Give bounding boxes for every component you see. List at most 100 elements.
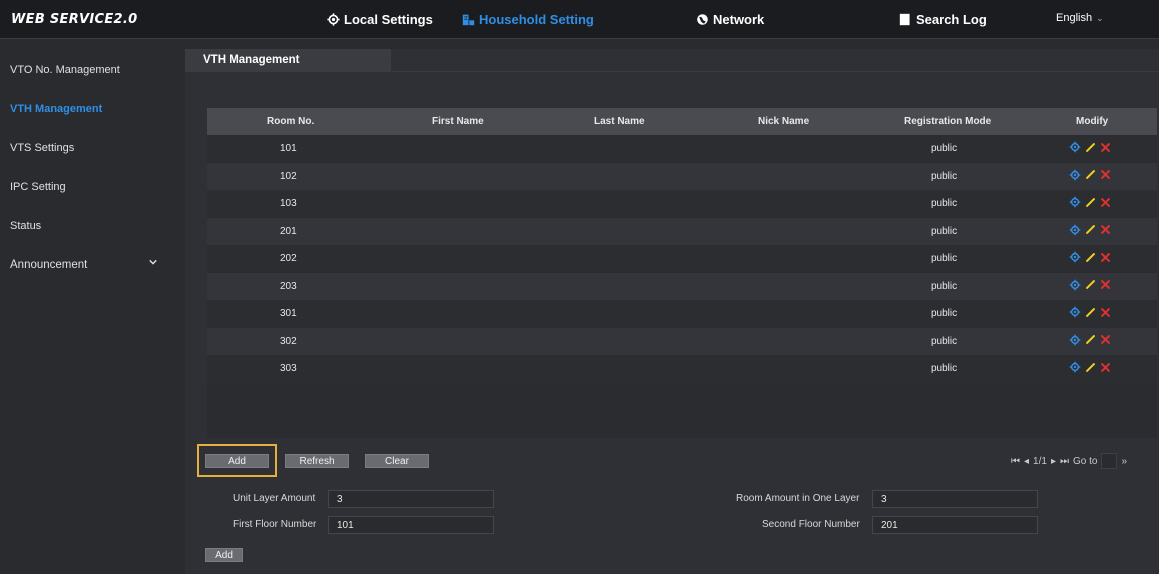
table-row[interactable]: 201 public (207, 217, 1157, 245)
edit-pencil-icon[interactable] (1085, 142, 1096, 153)
settings-gear-icon[interactable] (1069, 224, 1081, 236)
cell-registration-mode: public (931, 225, 958, 237)
table-row[interactable]: 303 public (207, 355, 1157, 382)
document-icon (899, 13, 910, 25)
cell-registration-mode: public (931, 198, 958, 209)
settings-gear-icon[interactable] (1069, 334, 1081, 346)
table-row[interactable]: 102 public (207, 162, 1157, 190)
table-header: Room No. First Name Last Name Nick Name … (207, 108, 1157, 135)
table-row[interactable]: 302 public (207, 327, 1157, 355)
next-page-button[interactable]: ▸ (1051, 456, 1056, 467)
sidebar-item-status[interactable]: Status (0, 211, 175, 241)
settings-gear-icon[interactable] (1069, 306, 1081, 318)
prev-page-button[interactable]: ◂ (1024, 456, 1029, 467)
settings-gear-icon[interactable] (1069, 251, 1081, 263)
delete-x-icon[interactable] (1100, 142, 1111, 153)
settings-gear-icon[interactable] (1069, 169, 1081, 181)
delete-x-icon[interactable] (1100, 334, 1111, 345)
delete-x-icon[interactable] (1100, 307, 1111, 318)
first-page-button[interactable]: ⏮ (1011, 456, 1020, 467)
edit-pencil-icon[interactable] (1085, 252, 1096, 263)
edit-pencil-icon[interactable] (1085, 224, 1096, 235)
table-row[interactable]: 203 public (207, 272, 1157, 300)
delete-x-icon[interactable] (1100, 252, 1111, 263)
goto-page-input[interactable] (1101, 453, 1118, 469)
table-row[interactable]: 202 public (207, 245, 1157, 272)
cell-registration-mode: public (931, 280, 958, 292)
delete-x-icon[interactable] (1100, 224, 1111, 235)
cell-registration-mode: public (931, 170, 958, 182)
settings-gear-icon[interactable] (1069, 141, 1081, 153)
delete-x-icon[interactable] (1100, 197, 1111, 208)
goto-label: Go to (1072, 455, 1098, 467)
modify-actions (1069, 306, 1111, 318)
edit-pencil-icon[interactable] (1085, 334, 1096, 345)
go-button[interactable]: » (1121, 456, 1127, 467)
sidebar-item-label: VTH Management (10, 103, 103, 115)
language-label: English (1056, 12, 1093, 24)
nav-household-setting-label: Household Setting (479, 11, 594, 27)
cell-room-no: 101 (280, 143, 297, 154)
add-button[interactable]: Add (205, 454, 269, 468)
column-header-room-no: Room No. (267, 116, 315, 127)
form-add-button[interactable]: Add (205, 548, 243, 562)
delete-x-icon[interactable] (1100, 169, 1111, 180)
building-icon (462, 14, 475, 25)
edit-pencil-icon[interactable] (1085, 169, 1096, 180)
globe-icon (697, 13, 708, 25)
sidebar-item-announcement[interactable]: Announcement (0, 250, 175, 280)
clear-button[interactable]: Clear (365, 454, 429, 468)
edit-pencil-icon[interactable] (1085, 362, 1096, 373)
sidebar-item-vto-no-management[interactable]: VTO No. Management (0, 55, 175, 85)
sidebar-item-label: Status (10, 220, 42, 232)
modify-actions (1069, 141, 1111, 153)
nav-search-log[interactable]: Search Log (899, 10, 987, 28)
edit-pencil-icon[interactable] (1085, 279, 1096, 290)
cell-room-no: 302 (280, 335, 297, 347)
delete-x-icon[interactable] (1100, 362, 1111, 373)
delete-x-icon[interactable] (1100, 279, 1111, 290)
first-floor-number-input[interactable]: 101 (328, 516, 494, 534)
modify-actions (1069, 334, 1111, 346)
last-page-button[interactable]: ⏭ (1060, 456, 1069, 467)
table-row[interactable]: 301 public (207, 300, 1157, 327)
cell-registration-mode: public (931, 308, 958, 319)
sidebar-item-vts-settings[interactable]: VTS Settings (0, 133, 175, 163)
vth-table: Room No. First Name Last Name Nick Name … (207, 108, 1157, 438)
language-dropdown[interactable]: English ⌄ (1056, 12, 1104, 24)
tab-label: VTH Management (203, 54, 300, 66)
sidebar-item-label: VTS Settings (10, 142, 75, 154)
cell-registration-mode: public (931, 253, 958, 264)
edit-pencil-icon[interactable] (1085, 197, 1096, 208)
nav-household-setting[interactable]: Household Setting (462, 10, 594, 28)
nav-local-settings[interactable]: Local Settings (327, 10, 433, 28)
settings-gear-icon[interactable] (1069, 279, 1081, 291)
modify-actions (1069, 251, 1111, 263)
tab-divider (185, 71, 1159, 72)
chevron-down-icon: ⌄ (1096, 13, 1104, 23)
second-floor-number-label: Second Floor Number (762, 519, 860, 530)
settings-gear-icon[interactable] (1069, 361, 1081, 373)
refresh-button[interactable]: Refresh (285, 454, 349, 468)
room-amount-label: Room Amount in One Layer (736, 493, 860, 504)
tab-vth-management[interactable]: VTH Management (185, 49, 391, 71)
cell-registration-mode: public (931, 143, 958, 154)
second-floor-number-input[interactable]: 201 (872, 516, 1038, 534)
room-amount-input[interactable]: 3 (872, 490, 1038, 508)
modify-actions (1069, 224, 1111, 236)
sidebar-item-vth-management[interactable]: VTH Management (0, 94, 175, 124)
column-header-registration-mode: Registration Mode (904, 116, 992, 127)
table-row[interactable]: 101 public (207, 135, 1157, 162)
cell-room-no: 103 (280, 198, 297, 209)
settings-gear-icon[interactable] (1069, 196, 1081, 208)
modify-actions (1069, 196, 1111, 208)
chevron-down-icon (149, 259, 157, 265)
edit-pencil-icon[interactable] (1085, 307, 1096, 318)
pagination: ⏮ ◂ 1/1 ▸ ⏭ Go to » (1011, 453, 1127, 469)
cell-room-no: 203 (280, 280, 297, 292)
modify-actions (1069, 361, 1111, 373)
unit-layer-amount-input[interactable]: 3 (328, 490, 494, 508)
table-row[interactable]: 103 public (207, 190, 1157, 217)
sidebar-item-ipc-setting[interactable]: IPC Setting (0, 172, 175, 202)
nav-network[interactable]: Network (696, 10, 764, 28)
